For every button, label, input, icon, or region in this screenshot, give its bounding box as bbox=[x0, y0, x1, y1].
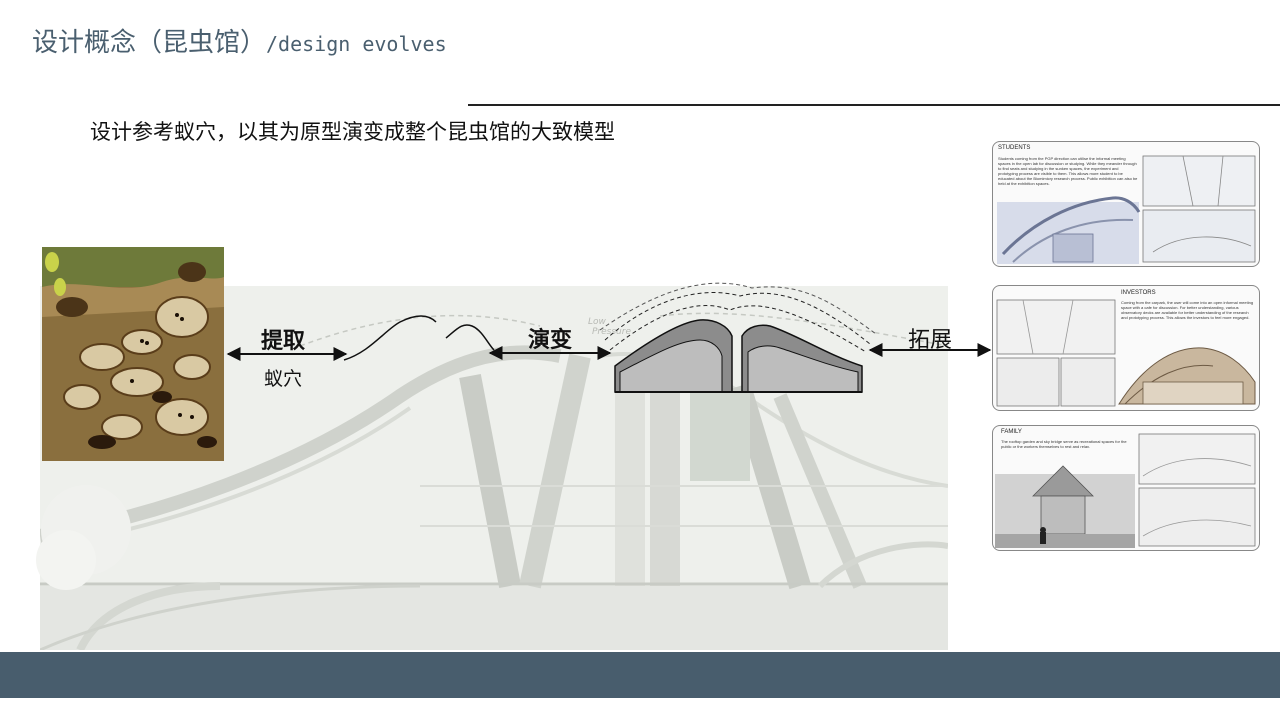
ant-nest-label: 蚁穴 bbox=[264, 368, 303, 390]
extract-label: 提取 bbox=[261, 329, 306, 354]
panel-family: FAMILY The rooftop garden and sky bridge… bbox=[992, 425, 1260, 551]
evolve-label: 演变 bbox=[528, 328, 573, 353]
ant-nest-illustration bbox=[42, 247, 224, 461]
sketch-note-pressure: Pressure bbox=[592, 327, 631, 337]
page-title-cn: 设计概念（昆虫馆） bbox=[32, 28, 267, 58]
page-title: 设计概念（昆虫馆）/design evolves bbox=[32, 22, 447, 59]
panel-family-sketches bbox=[995, 433, 1256, 548]
header-divider bbox=[468, 104, 1280, 106]
panel-students-sketches bbox=[997, 155, 1256, 264]
panel-investors-sketches bbox=[996, 299, 1256, 407]
panel-students: STUDENTS Students coming from the PGP di… bbox=[992, 141, 1260, 267]
sketch-note-low: Low bbox=[588, 317, 607, 327]
page-title-en: /design evolves bbox=[266, 32, 447, 56]
footer-band bbox=[0, 652, 1280, 698]
expand-label: 拓展 bbox=[908, 328, 953, 353]
panel-investors: INVESTORS Coming from the carpark, the u… bbox=[992, 285, 1260, 411]
slide-subtitle: 设计参考蚁穴，以其为原型演变成整个昆虫馆的大致模型 bbox=[90, 120, 615, 144]
